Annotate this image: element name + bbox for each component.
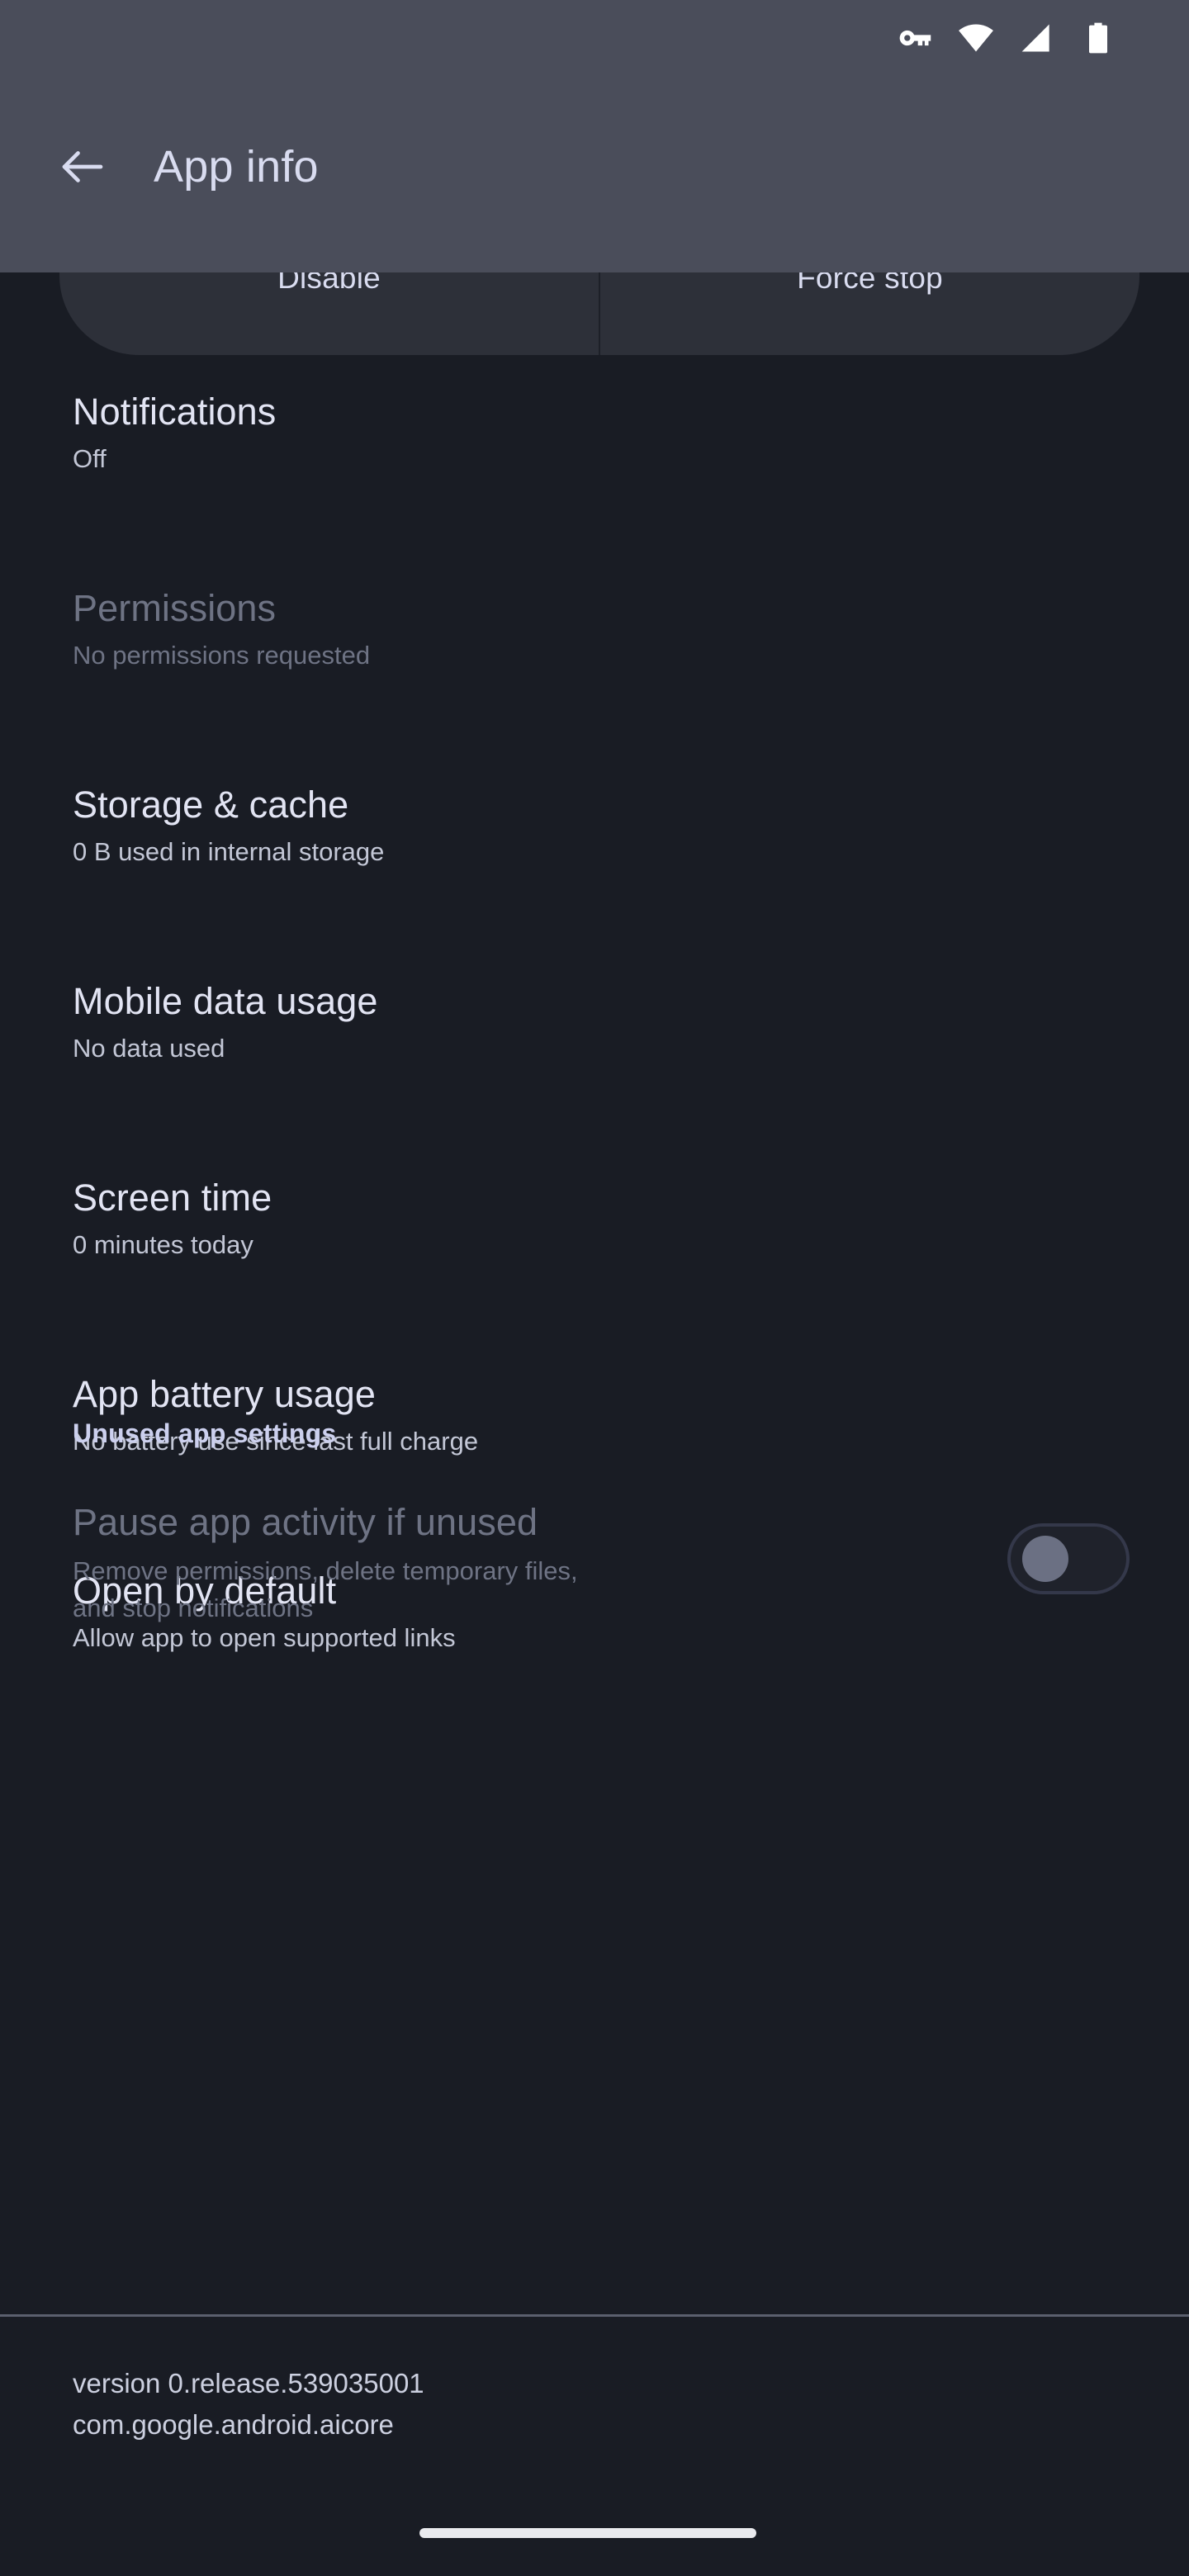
list-item-title: App battery usage bbox=[73, 1373, 376, 1415]
row-texts: Screen time 0 minutes today bbox=[73, 1174, 1116, 1262]
list-item-permissions: Permissions No permissions requested bbox=[0, 585, 1189, 673]
list-item-pause-app-activity: Pause app activity if unused Remove perm… bbox=[0, 1499, 1189, 1627]
app-version-footer: version 0.release.539035001 com.google.a… bbox=[73, 2363, 424, 2446]
row-texts: Permissions No permissions requested bbox=[73, 585, 1116, 673]
row-texts: Mobile data usage No data used bbox=[73, 978, 1116, 1066]
list-item-notifications[interactable]: Notifications Off bbox=[0, 388, 1189, 476]
list-item-title: Storage & cache bbox=[73, 784, 349, 826]
app-bar-main: App info bbox=[0, 124, 319, 210]
list-item-subtitle: 0 minutes today bbox=[73, 1230, 253, 1259]
list-item-subtitle: No permissions requested bbox=[73, 641, 371, 670]
settings-list: Notifications Off Permissions No permiss… bbox=[0, 388, 1189, 1652]
pause-app-activity-subtitle-line1: Remove permissions, delete temporary fil… bbox=[73, 1556, 578, 1585]
list-item-storage-and-cache[interactable]: Storage & cache 0 B used in internal sto… bbox=[0, 781, 1189, 869]
list-item-title: Notifications bbox=[73, 391, 277, 433]
list-item-title: Permissions bbox=[73, 587, 277, 629]
pause-app-activity-toggle[interactable] bbox=[1007, 1523, 1130, 1594]
row-texts: Notifications Off bbox=[73, 388, 1116, 476]
toggle-thumb bbox=[1022, 1536, 1068, 1582]
list-item-subtitle: No data used bbox=[73, 1034, 225, 1063]
page-title: App info bbox=[154, 142, 319, 192]
cellular-signal-icon bbox=[1019, 20, 1055, 60]
gesture-navigation-pill[interactable] bbox=[419, 2528, 756, 2538]
list-item-subtitle: Off bbox=[73, 444, 107, 473]
row-texts: Storage & cache 0 B used in internal sto… bbox=[73, 781, 1116, 869]
list-item-subtitle: 0 B used in internal storage bbox=[73, 837, 385, 866]
settings-scroll-container[interactable]: Disable Force stop Notifications Off Per… bbox=[0, 0, 1189, 2576]
list-item-title: Mobile data usage bbox=[73, 980, 378, 1022]
list-item-mobile-data-usage[interactable]: Mobile data usage No data used bbox=[0, 978, 1189, 1066]
app-package-name-text: com.google.android.aicore bbox=[73, 2409, 394, 2440]
app-bar: App info bbox=[0, 0, 1189, 272]
row-texts: Pause app activity if unused Remove perm… bbox=[73, 1499, 1007, 1627]
pause-app-activity-title: Pause app activity if unused bbox=[73, 1501, 538, 1543]
battery-icon bbox=[1080, 20, 1116, 60]
wifi-icon bbox=[958, 20, 994, 60]
list-item-title: Screen time bbox=[73, 1177, 272, 1219]
pause-app-activity-subtitle-line2: and stop notifications bbox=[73, 1593, 314, 1622]
app-info-screen: Disable Force stop Notifications Off Per… bbox=[0, 0, 1189, 2576]
back-arrow-icon[interactable] bbox=[40, 124, 126, 210]
vpn-key-icon bbox=[897, 20, 933, 60]
footer-divider bbox=[0, 2314, 1189, 2317]
list-item-screen-time[interactable]: Screen time 0 minutes today bbox=[0, 1174, 1189, 1262]
section-header-unused-app-settings: Unused app settings bbox=[73, 1418, 337, 1448]
status-bar bbox=[0, 0, 1189, 79]
app-version-text: version 0.release.539035001 bbox=[73, 2368, 424, 2398]
